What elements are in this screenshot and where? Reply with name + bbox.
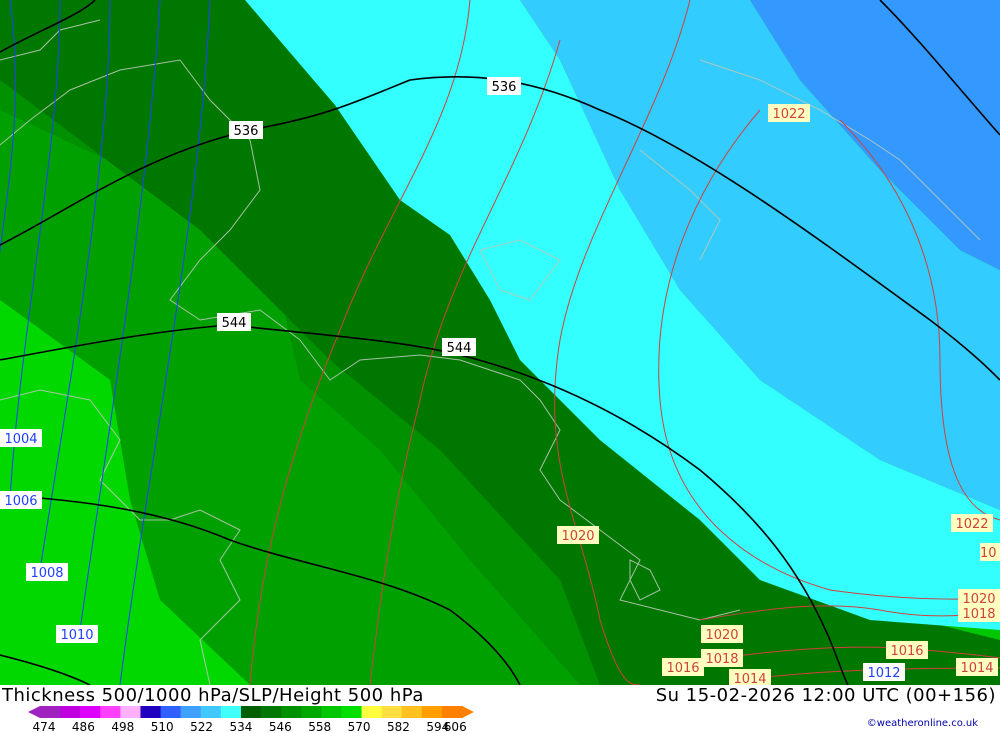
legend-tick-label: 486	[72, 720, 95, 732]
svg-text:1014: 1014	[960, 661, 993, 676]
legend-tick-label: 522	[190, 720, 213, 732]
legend-arrow-right	[462, 706, 474, 718]
map-footer: Thickness 500/1000 hPa/SLP/Height 500 hP…	[0, 685, 1000, 733]
legend-swatch	[100, 706, 121, 718]
legend-tick-label: 570	[348, 720, 371, 732]
legend-swatch	[40, 706, 61, 718]
svg-text:1014: 1014	[733, 672, 766, 685]
svg-text:1018: 1018	[705, 652, 738, 667]
svg-text:1004: 1004	[4, 432, 37, 447]
svg-text:1006: 1006	[4, 494, 37, 509]
legend-swatch	[301, 706, 322, 718]
legend-tick-label: 546	[269, 720, 292, 732]
legend-swatch	[381, 706, 403, 718]
svg-text:1022: 1022	[955, 517, 988, 532]
svg-text:536: 536	[234, 124, 259, 139]
legend-swatch	[341, 706, 363, 718]
svg-text:536: 536	[492, 80, 517, 95]
svg-text:1012: 1012	[867, 666, 900, 681]
svg-text:1008: 1008	[30, 566, 63, 581]
height-label-544-b: 544	[442, 338, 476, 356]
svg-text:544: 544	[447, 341, 472, 356]
legend-swatch	[120, 706, 141, 718]
legend-swatch	[160, 706, 182, 718]
svg-text:1020: 1020	[561, 529, 594, 544]
legend-tick-label: 510	[151, 720, 174, 732]
legend-swatch	[441, 706, 463, 718]
legend-swatch	[281, 706, 302, 718]
legend-tick-label: 582	[387, 720, 410, 732]
svg-text:1022: 1022	[772, 107, 805, 122]
legend-swatch	[401, 706, 423, 718]
legend-tick-label: 558	[308, 720, 331, 732]
legend-tick-label: 498	[111, 720, 134, 732]
weather-map: 536 536 544 544 1004 1006 1008 1010 1012…	[0, 0, 1000, 685]
height-label-544-a: 544	[217, 313, 251, 331]
legend-swatch	[220, 706, 242, 718]
height-label-536-b: 536	[229, 121, 263, 139]
height-label-536-a: 536	[487, 77, 521, 95]
legend-swatch	[200, 706, 222, 718]
color-scale-legend: 474 486 498 510 522 534 546 558 570 582 594606	[28, 706, 474, 732]
credit-link[interactable]: ©weatheronline.co.uk	[867, 718, 978, 729]
legend-swatch	[261, 706, 282, 718]
legend-arrow-left	[28, 706, 40, 718]
legend-swatch	[321, 706, 342, 718]
svg-text:1018: 1018	[962, 607, 995, 622]
legend-swatch	[361, 706, 383, 718]
svg-text:1016: 1016	[666, 661, 699, 676]
svg-text:544: 544	[222, 316, 247, 331]
legend-swatch	[421, 706, 443, 718]
legend-tick-label: 474	[33, 720, 56, 732]
valid-time: Su 15-02-2026 12:00 UTC (00+156)	[655, 685, 996, 706]
map-title: Thickness 500/1000 hPa/SLP/Height 500 hP…	[2, 685, 424, 706]
legend-tick-label: 606	[444, 720, 467, 732]
svg-text:10: 10	[980, 546, 997, 561]
legend-swatch	[60, 706, 81, 718]
svg-text:1020: 1020	[705, 628, 738, 643]
legend-tick-label: 534	[229, 720, 252, 732]
legend-swatch	[240, 706, 262, 718]
legend-swatch	[180, 706, 202, 718]
legend-swatch	[80, 706, 101, 718]
svg-text:1010: 1010	[60, 628, 93, 643]
svg-text:1016: 1016	[890, 644, 923, 659]
legend-swatch	[140, 706, 162, 718]
